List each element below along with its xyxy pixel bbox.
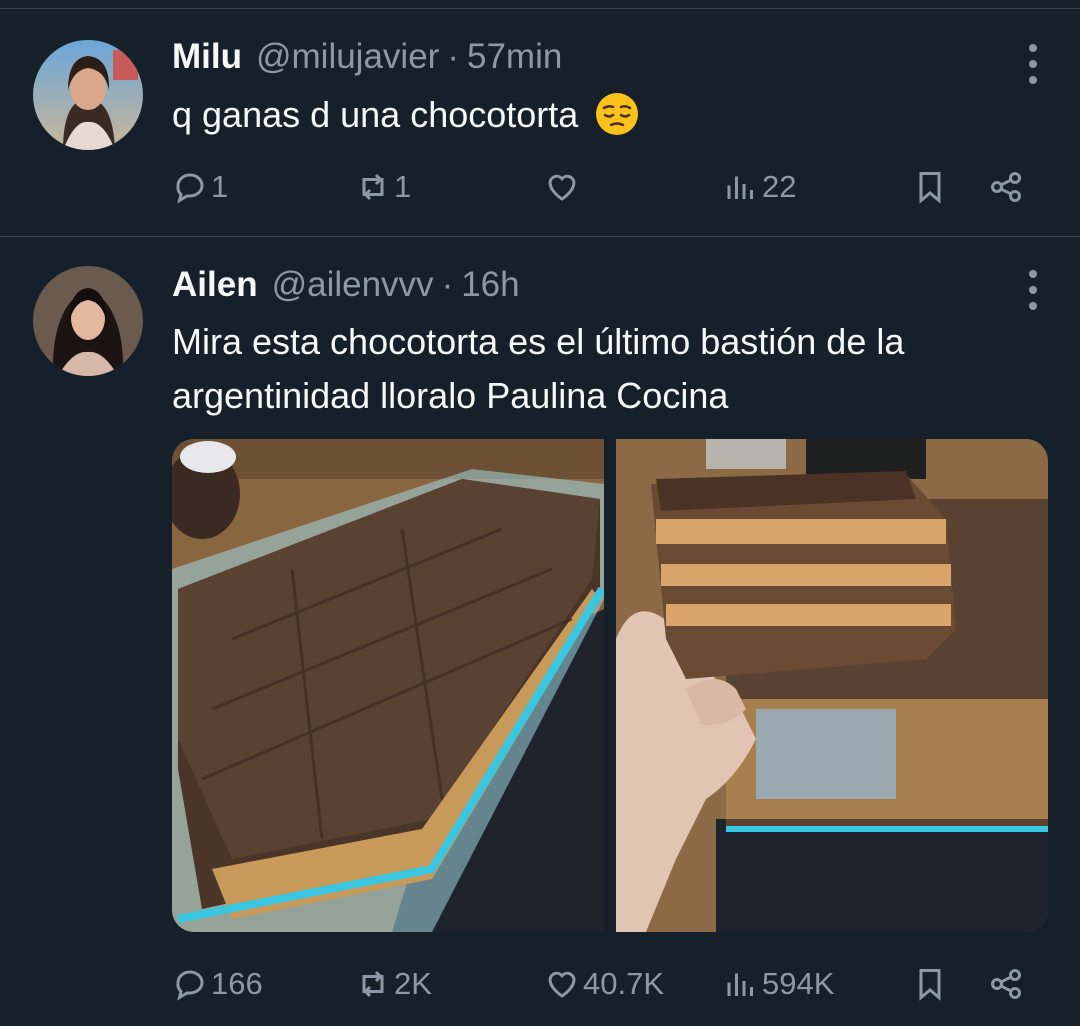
like-icon — [548, 971, 576, 998]
separator-dot: · — [441, 265, 454, 304]
user-handle[interactable]: @milujavier — [256, 37, 439, 77]
display-name[interactable]: Milu — [172, 37, 242, 77]
top-divider — [0, 8, 1080, 9]
reply-button[interactable]: 166 — [172, 959, 263, 1009]
share-button[interactable] — [988, 162, 1024, 212]
views-icon — [727, 973, 753, 996]
retweet-button[interactable]: 1 — [355, 162, 411, 212]
avatar-image — [33, 266, 143, 376]
views-count: 22 — [762, 169, 797, 204]
views-button[interactable]: 594K — [723, 959, 834, 1009]
avatar[interactable] — [33, 40, 143, 150]
avatar-image — [33, 40, 143, 150]
retweet-count: 2K — [394, 966, 432, 1001]
reply-count: 166 — [211, 966, 263, 1001]
like-button[interactable]: 40.7K — [544, 959, 664, 1009]
share-icon — [991, 969, 1021, 999]
display-name[interactable]: Ailen — [172, 265, 258, 305]
tweet-ailen[interactable]: Ailen @ailenvvv · 16h Mira esta chocotor… — [0, 238, 1080, 1026]
bookmark-button[interactable] — [912, 959, 948, 1009]
tweet-milu[interactable]: Milu @milujavier · 57min q ganas d una c… — [0, 10, 1080, 237]
retweet-icon — [362, 970, 384, 998]
tweet-text: Mira esta chocotorta es el último bastió… — [172, 315, 1052, 423]
bookmark-icon — [919, 969, 941, 1001]
tweet-header: Ailen @ailenvvv · 16h — [172, 265, 520, 305]
tweet-text-content: q ganas d una chocotorta — [172, 94, 579, 135]
pensive-face-icon — [596, 93, 639, 135]
views-count: 594K — [762, 966, 835, 1001]
action-bar: 166 2K 40.7K 594K — [172, 959, 1032, 1009]
reply-icon — [176, 173, 204, 204]
timestamp[interactable]: 57min — [467, 37, 562, 77]
avatar[interactable] — [33, 266, 143, 376]
chocotorta-slice-photo[interactable] — [616, 439, 1048, 932]
tweet-text: q ganas d una chocotorta — [172, 88, 1052, 142]
like-button[interactable] — [544, 162, 583, 212]
reply-button[interactable]: 1 — [172, 162, 228, 212]
reply-icon — [176, 970, 204, 1001]
media-grid — [172, 439, 1048, 932]
retweet-icon — [362, 173, 384, 201]
like-icon — [548, 174, 576, 201]
more-icon[interactable] — [1028, 270, 1038, 310]
tweet-divider — [0, 236, 1080, 237]
more-icon[interactable] — [1028, 44, 1038, 84]
action-bar: 1 1 22 — [172, 162, 1032, 212]
chocotorta-tray-photo[interactable] — [172, 439, 604, 932]
views-button[interactable]: 22 — [723, 162, 796, 212]
share-button[interactable] — [988, 959, 1024, 1009]
separator-dot: · — [447, 37, 459, 76]
user-handle[interactable]: @ailenvvv — [272, 265, 434, 305]
share-icon — [991, 172, 1021, 202]
tweet-header: Milu @milujavier · 57min — [172, 37, 562, 77]
reply-count: 1 — [211, 169, 229, 204]
like-count: 40.7K — [583, 966, 665, 1001]
timestamp[interactable]: 16h — [461, 265, 519, 305]
chocotorta-tray-image — [172, 439, 604, 932]
retweet-count: 1 — [394, 169, 412, 204]
chocotorta-slice-image — [616, 439, 1048, 932]
tweet-text-content: Mira esta chocotorta es el último bastió… — [172, 321, 905, 416]
views-icon — [727, 176, 753, 199]
bookmark-button[interactable] — [912, 162, 948, 212]
bookmark-icon — [919, 172, 941, 204]
retweet-button[interactable]: 2K — [355, 959, 432, 1009]
